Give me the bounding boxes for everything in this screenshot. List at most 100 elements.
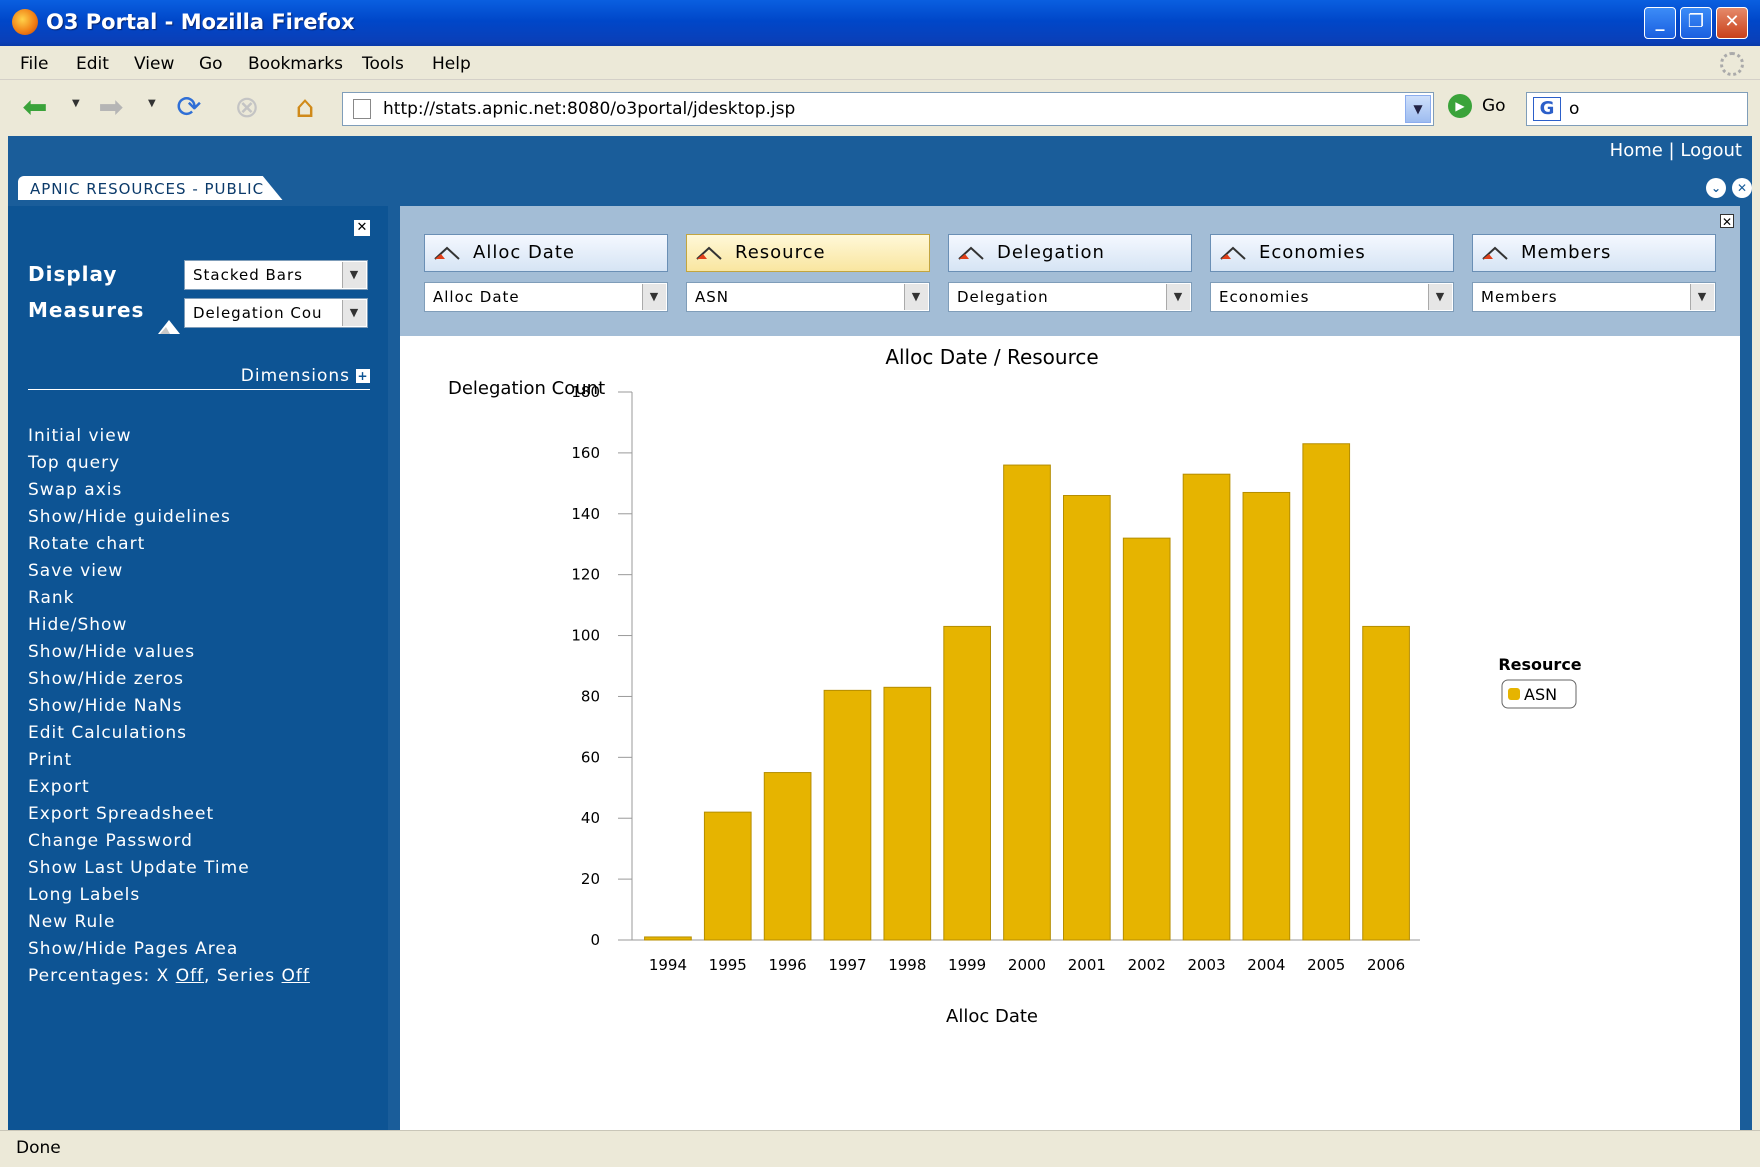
url-history-dropdown-icon[interactable]: ▼ <box>1405 95 1431 123</box>
x-tick-label: 2005 <box>1307 956 1345 974</box>
dimensions-header[interactable]: Dimensions + <box>28 366 370 390</box>
chart-title: Alloc Date / Resource <box>885 345 1098 369</box>
go-button[interactable]: ▶ Go <box>1448 94 1506 118</box>
menu-go[interactable]: Go <box>199 54 223 74</box>
home-link[interactable]: Home <box>1610 140 1663 161</box>
menu-item[interactable]: Top query <box>28 453 310 480</box>
y-tick-label: 40 <box>581 809 600 827</box>
menu-item[interactable]: Export Spreadsheet <box>28 804 310 831</box>
dimension-header-2[interactable]: Delegation <box>948 234 1192 272</box>
close-portlet-icon[interactable]: ✕ <box>1732 178 1752 198</box>
menu-item[interactable]: Show/Hide NaNs <box>28 696 310 723</box>
percentages-prefix: Percentages: X <box>28 966 170 986</box>
menu-view[interactable]: View <box>134 54 174 74</box>
menu-item[interactable]: Long Labels <box>28 885 310 912</box>
portal-header: Home | Logout APNIC RESOURCES - PUBLIC ⌄… <box>8 136 1752 202</box>
dimension-select-value: ASN <box>695 288 730 306</box>
menu-bookmarks[interactable]: Bookmarks <box>248 54 343 74</box>
status-bar: Done <box>0 1130 1760 1167</box>
restore-button[interactable]: ❐ <box>1680 7 1712 39</box>
dimension-select-0[interactable]: Alloc Date ▼ <box>424 282 668 312</box>
measures-select[interactable]: Delegation Cou ▼ <box>184 298 368 328</box>
logout-link[interactable]: Logout <box>1680 140 1742 161</box>
dimension-header-label: Economies <box>1259 242 1366 263</box>
dimension-header-label: Delegation <box>997 242 1105 263</box>
bar-1996 <box>763 772 812 941</box>
dimension-triangle-icon <box>1482 246 1508 260</box>
x-tick-label: 2006 <box>1367 956 1405 974</box>
dimensions-label: Dimensions <box>240 366 350 386</box>
back-arrow-icon[interactable]: ⬅ <box>16 90 54 126</box>
display-select[interactable]: Stacked Bars ▼ <box>184 260 368 290</box>
menu-item[interactable]: Show/Hide guidelines <box>28 507 310 534</box>
x-tick-label: 2000 <box>1008 956 1046 974</box>
collapse-icon[interactable]: ⌄ <box>1706 178 1726 198</box>
menu-item[interactable]: Hide/Show <box>28 615 310 642</box>
navigation-toolbar: ⬅ ▼ ➡ ▼ ⟳ ⊗ ⌂ http://stats.apnic.net:808… <box>0 80 1760 136</box>
dimension-header-4[interactable]: Members <box>1472 234 1716 272</box>
menu-item[interactable]: Edit Calculations <box>28 723 310 750</box>
menu-item[interactable]: Rank <box>28 588 310 615</box>
dimension-header-3[interactable]: Economies <box>1210 234 1454 272</box>
stop-icon[interactable]: ⊗ <box>228 90 266 126</box>
percentages-x-link[interactable]: Off <box>176 966 204 986</box>
x-tick-label: 1995 <box>709 956 747 974</box>
search-text: o <box>1569 99 1580 119</box>
url-input[interactable]: http://stats.apnic.net:8080/o3portal/jde… <box>342 92 1434 126</box>
menu-edit[interactable]: Edit <box>76 54 109 74</box>
menu-item[interactable]: New Rule <box>28 912 310 939</box>
x-tick-label: 1997 <box>828 956 866 974</box>
expand-plus-icon[interactable]: + <box>356 369 370 383</box>
home-icon[interactable]: ⌂ <box>286 90 324 126</box>
minimize-button[interactable]: _ <box>1644 7 1676 39</box>
dimension-header-0[interactable]: Alloc Date <box>424 234 668 272</box>
y-tick-label: 160 <box>571 444 600 462</box>
y-tick-label: 60 <box>581 748 600 766</box>
tab-apnic-resources[interactable]: APNIC RESOURCES - PUBLIC <box>18 176 285 202</box>
menu-item[interactable]: Save view <box>28 561 310 588</box>
dimension-select-2[interactable]: Delegation ▼ <box>948 282 1192 312</box>
menu-item[interactable]: Change Password <box>28 831 310 858</box>
browser-window: O3 Portal - Mozilla Firefox _ ❐ ✕ File E… <box>0 0 1760 1167</box>
dimension-triangle-icon <box>1220 246 1246 260</box>
menu-item[interactable]: Show/Hide Pages Area <box>28 939 310 966</box>
dimension-select-4[interactable]: Members ▼ <box>1472 282 1716 312</box>
menu-item[interactable]: Show Last Update Time <box>28 858 310 885</box>
menu-item[interactable]: Show/Hide zeros <box>28 669 310 696</box>
go-label: Go <box>1482 96 1506 116</box>
bar-2006 <box>1362 625 1410 941</box>
bar-2004 <box>1242 491 1291 941</box>
menu-file[interactable]: File <box>20 54 48 74</box>
x-tick-label: 1994 <box>649 956 687 974</box>
chevron-down-icon: ▼ <box>1428 284 1452 310</box>
main-panel: ✕ Alloc Date Alloc Date ▼ Resource ASN ▼ Deleg… <box>400 206 1740 1130</box>
menu-item[interactable]: Export <box>28 777 310 804</box>
close-sidebar-icon[interactable]: ✕ <box>354 220 370 236</box>
firefox-icon <box>12 9 38 35</box>
dimension-select-3[interactable]: Economies ▼ <box>1210 282 1454 312</box>
menu-item[interactable]: Print <box>28 750 310 777</box>
back-dropdown-icon[interactable]: ▼ <box>72 98 80 109</box>
title-bar: O3 Portal - Mozilla Firefox _ ❐ ✕ <box>0 0 1760 46</box>
y-tick-label: 80 <box>581 687 600 705</box>
google-search-icon[interactable]: G <box>1533 97 1561 121</box>
percentages-series-link[interactable]: Off <box>282 966 310 986</box>
search-input[interactable]: G o <box>1526 92 1748 126</box>
forward-arrow-icon[interactable]: ➡ <box>92 90 130 126</box>
close-dimension-bar-icon[interactable]: ✕ <box>1720 214 1734 229</box>
reload-icon[interactable]: ⟳ <box>170 90 208 126</box>
menu-item[interactable]: Show/Hide values <box>28 642 310 669</box>
dimension-triangle-icon <box>958 246 984 260</box>
menu-item[interactable]: Swap axis <box>28 480 310 507</box>
legend-label-asn: ASN <box>1524 685 1557 704</box>
menu-tools[interactable]: Tools <box>362 54 404 74</box>
dimension-header-1[interactable]: Resource <box>686 234 930 272</box>
y-tick-label: 120 <box>571 566 600 584</box>
menu-item[interactable]: Rotate chart <box>28 534 310 561</box>
forward-dropdown-icon[interactable]: ▼ <box>148 98 156 109</box>
menu-item[interactable]: Initial view <box>28 426 310 453</box>
menu-help[interactable]: Help <box>432 54 471 74</box>
dimension-select-1[interactable]: ASN ▼ <box>686 282 930 312</box>
display-value: Stacked Bars <box>193 266 303 284</box>
close-button[interactable]: ✕ <box>1716 7 1748 39</box>
